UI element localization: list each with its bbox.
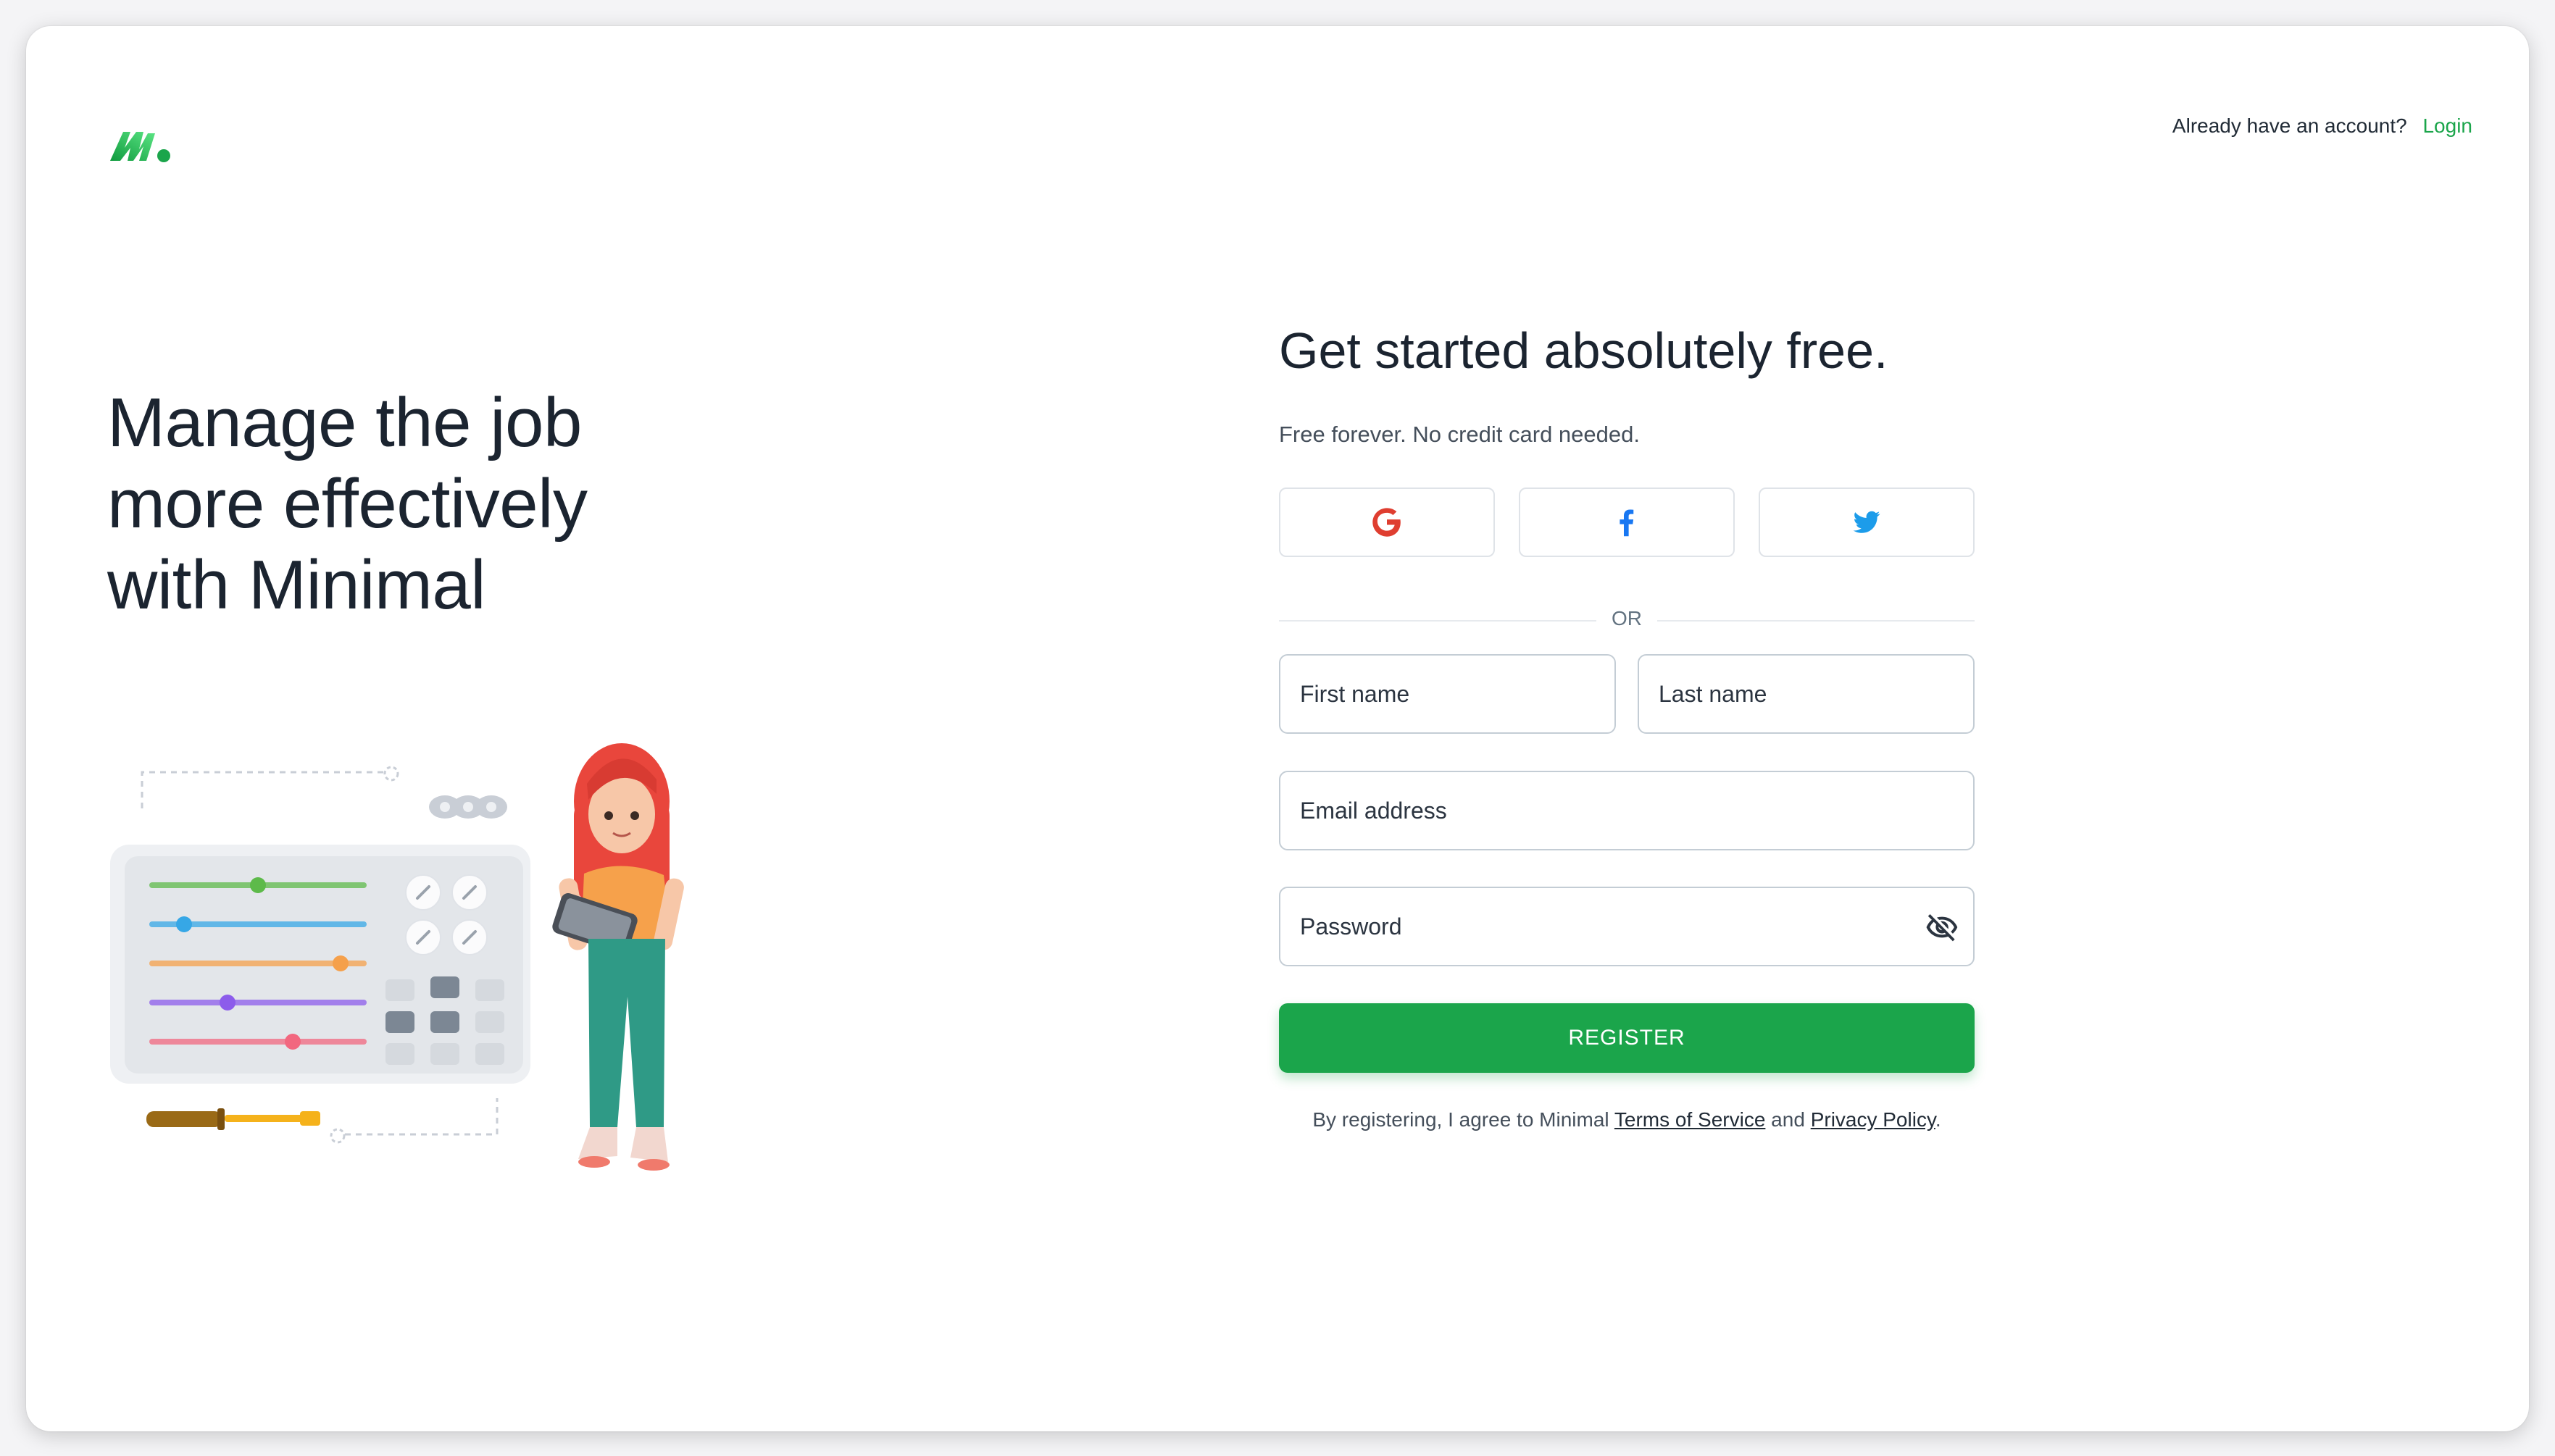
slider-track [149,1039,367,1045]
login-prompt-text: Already have an account? [2172,114,2407,137]
first-name-field[interactable]: First name [1279,654,1616,734]
privacy-policy-link[interactable]: Privacy Policy [1811,1108,1935,1131]
minimal-logo[interactable] [107,116,172,174]
twitter-icon [1853,511,1880,533]
terms-and: and [1765,1108,1811,1131]
twitter-signin-button[interactable] [1759,488,1975,557]
slider-knob [220,995,236,1011]
register-button[interactable]: REGISTER [1279,1003,1975,1073]
login-link[interactable]: Login [2422,114,2472,137]
app-window: Already have an account? Login Manage th… [26,26,2529,1431]
hero-heading: Manage the job more effectively with Min… [107,382,759,626]
hero-line-3: with Minimal [107,546,486,624]
form-title: Get started absolutely free. [1279,322,1888,379]
password-field[interactable]: Password [1279,887,1975,966]
facebook-signin-button[interactable] [1519,488,1735,557]
hero-line-2: more effectively [107,465,588,543]
terms-of-service-link[interactable]: Terms of Service [1614,1108,1766,1131]
last-name-label: Last name [1659,680,1767,707]
slider-knob [333,955,349,971]
terms-suffix: . [1935,1108,1941,1131]
terms-text: By registering, I agree to Minimal Terms… [1279,1108,1975,1131]
facebook-icon [1620,509,1634,537]
or-text: OR [1599,607,1655,629]
register-label: REGISTER [1568,1026,1685,1050]
slider-knob [250,877,266,893]
hero-line-1: Manage the job [107,384,582,461]
email-label: Email address [1300,797,1447,824]
first-name-label: First name [1300,680,1410,707]
slider-knob [176,916,192,932]
login-prompt: Already have an account? Login [2172,114,2472,138]
google-signin-button[interactable] [1279,488,1495,557]
last-name-field[interactable]: Last name [1638,654,1975,734]
or-divider: OR [1279,607,1975,630]
email-field[interactable]: Email address [1279,771,1975,850]
google-icon [1372,508,1401,537]
eye-off-icon[interactable] [1925,911,1959,945]
slider-track [149,1000,367,1005]
terms-prefix: By registering, I agree to Minimal [1312,1108,1614,1131]
password-label: Password [1300,913,1402,940]
dashboard-illustration [110,743,684,1171]
slider-knob [285,1034,301,1050]
form-subtitle: Free forever. No credit card needed. [1279,422,1640,447]
